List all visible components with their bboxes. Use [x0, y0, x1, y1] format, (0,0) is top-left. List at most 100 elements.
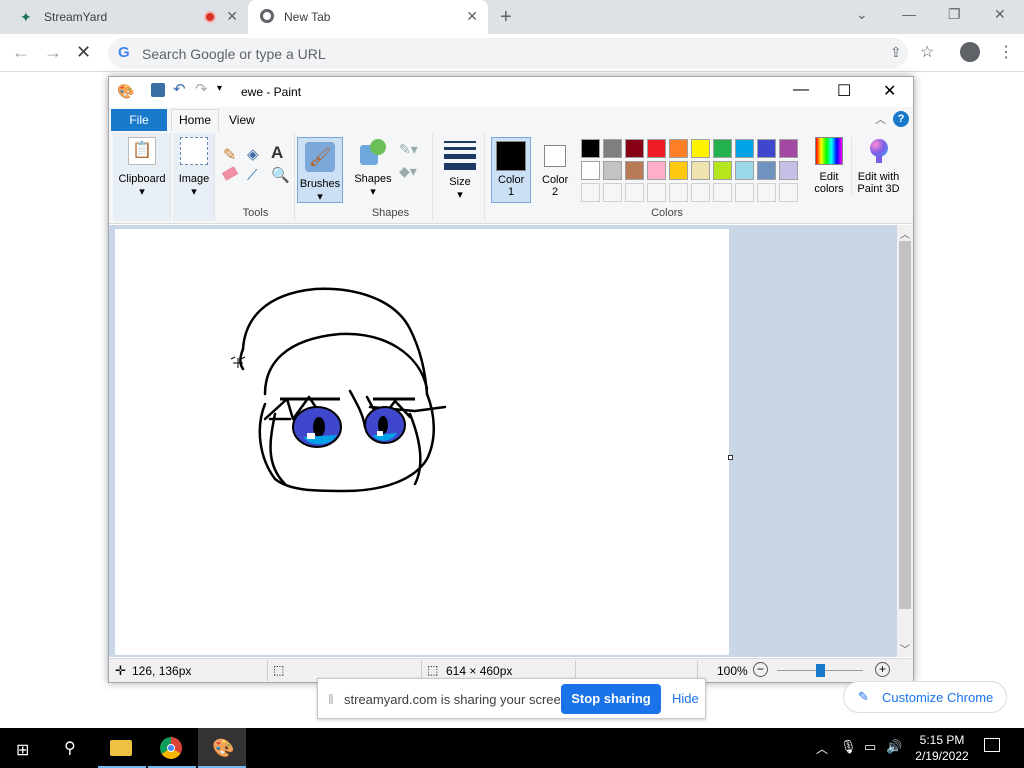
fill-icon[interactable]: ◈ — [247, 145, 259, 163]
custom-color-slot[interactable] — [625, 183, 644, 202]
color-swatch[interactable] — [735, 139, 754, 158]
tab-new-tab[interactable]: New Tab ✕ — [248, 0, 488, 34]
custom-color-slot[interactable] — [581, 183, 600, 202]
hide-button[interactable]: Hide — [672, 691, 699, 706]
custom-color-slot[interactable] — [735, 183, 754, 202]
notifications-icon[interactable] — [984, 738, 1000, 752]
custom-color-slot[interactable] — [669, 183, 688, 202]
color-picker-icon[interactable]: ⟋ — [247, 167, 258, 184]
outline-icon[interactable]: ✎▾ — [399, 141, 418, 158]
paint-minimize-icon[interactable]: — — [793, 81, 809, 99]
color-swatch[interactable] — [603, 161, 622, 180]
tab-view[interactable]: View — [229, 109, 255, 131]
bookmark-star-icon[interactable]: ☆ — [920, 42, 934, 62]
collapse-ribbon-icon[interactable]: ︿ — [875, 111, 886, 127]
paint-maximize-icon[interactable]: ☐ — [837, 81, 851, 101]
forward-icon[interactable]: → — [44, 42, 62, 63]
scroll-down-icon[interactable]: ﹀ — [900, 641, 910, 656]
microphone-icon[interactable]: 🎙 — [840, 739, 857, 755]
chrome-taskbar-button[interactable] — [148, 728, 196, 768]
omnibox[interactable]: G Search Google or type a URL ⇪ — [108, 38, 908, 68]
drag-handle-icon[interactable]: ‖ — [328, 691, 334, 707]
custom-color-slot[interactable] — [691, 183, 710, 202]
chrome-menu-icon[interactable]: ⋮ — [998, 42, 1014, 62]
text-icon[interactable]: A — [271, 143, 283, 163]
pencil-icon[interactable]: ✎ — [223, 145, 236, 165]
custom-color-slot[interactable] — [779, 183, 798, 202]
color-swatch[interactable] — [779, 139, 798, 158]
share-icon[interactable]: ⇪ — [890, 44, 902, 61]
color-swatch[interactable] — [691, 139, 710, 158]
color-swatch[interactable] — [713, 139, 732, 158]
clock-date[interactable]: 2/19/2022 — [910, 749, 974, 763]
edit-colors-button[interactable]: Edit colors — [811, 137, 847, 195]
color-swatch[interactable] — [757, 161, 776, 180]
clipboard-button[interactable]: 📋 Clipboard ▾ — [117, 137, 167, 198]
image-button[interactable]: Image ▾ — [175, 137, 213, 198]
edit-with-paint3d-button[interactable]: Edit with Paint 3D — [851, 137, 905, 195]
color-swatch[interactable] — [669, 161, 688, 180]
file-explorer-button[interactable] — [98, 728, 146, 768]
volume-icon[interactable]: 🔊 — [886, 739, 902, 755]
color-swatch[interactable] — [603, 139, 622, 158]
search-button[interactable]: ⚲ — [48, 728, 96, 768]
scroll-thumb[interactable] — [899, 241, 911, 609]
back-icon[interactable]: ← — [12, 42, 30, 63]
start-button[interactable]: ⊞ — [0, 728, 48, 768]
color-swatch[interactable] — [779, 161, 798, 180]
resize-handle[interactable] — [728, 455, 733, 460]
quick-access-dropdown-icon[interactable]: ▾ — [217, 83, 222, 94]
color-swatch[interactable] — [735, 161, 754, 180]
tab-home[interactable]: Home — [171, 109, 219, 131]
stop-loading-icon[interactable]: ✕ — [76, 42, 91, 63]
drawing-canvas[interactable] — [115, 229, 733, 655]
zoom-slider-thumb[interactable] — [816, 664, 825, 677]
scroll-up-icon[interactable]: ︿ — [900, 226, 910, 241]
color-swatch[interactable] — [625, 161, 644, 180]
size-button[interactable]: Size ▾ — [439, 137, 481, 201]
custom-color-slot[interactable] — [647, 183, 666, 202]
network-icon[interactable]: ▭ — [864, 739, 876, 755]
clock-time[interactable]: 5:15 PM — [917, 733, 967, 747]
help-icon[interactable]: ? — [893, 111, 909, 127]
color-swatch[interactable] — [581, 139, 600, 158]
close-window-icon[interactable]: ✕ — [994, 6, 1006, 23]
color-swatch[interactable] — [691, 161, 710, 180]
new-tab-icon[interactable]: + — [500, 6, 512, 29]
tab-search-icon[interactable]: ⌄ — [856, 6, 868, 23]
close-tab-icon[interactable]: ✕ — [466, 8, 478, 25]
paint-close-icon[interactable]: ✕ — [883, 81, 896, 101]
tab-streamyard[interactable]: ✦ StreamYard ✕ — [8, 0, 248, 34]
color-swatch[interactable] — [757, 139, 776, 158]
color-swatch[interactable] — [669, 139, 688, 158]
color-swatch[interactable] — [713, 161, 732, 180]
redo-icon[interactable]: ↷ — [195, 80, 208, 98]
shapes-button[interactable]: Shapes ▾ — [353, 137, 393, 198]
color1-button[interactable]: Color 1 — [491, 137, 531, 203]
color2-button[interactable]: Color 2 — [535, 137, 575, 198]
restore-icon[interactable]: ❐ — [948, 6, 961, 23]
vertical-scrollbar[interactable]: ︿ ﹀ — [897, 225, 913, 657]
custom-color-slot[interactable] — [713, 183, 732, 202]
color-swatch[interactable] — [625, 139, 644, 158]
paint-taskbar-button[interactable]: 🎨 — [198, 728, 246, 768]
color-swatch[interactable] — [647, 161, 666, 180]
profile-avatar[interactable] — [960, 42, 980, 62]
zoom-in-icon[interactable]: + — [875, 662, 890, 677]
custom-color-slot[interactable] — [757, 183, 776, 202]
brushes-button[interactable]: 🖌 Brushes ▾ — [297, 137, 343, 203]
color-swatch[interactable] — [581, 161, 600, 180]
fill-shape-icon[interactable]: ◆▾ — [399, 163, 417, 180]
save-icon[interactable] — [151, 83, 165, 97]
stop-sharing-button[interactable]: Stop sharing — [561, 684, 661, 714]
magnifier-icon[interactable]: 🔍 — [271, 166, 290, 184]
minimize-icon[interactable]: — — [902, 6, 916, 22]
tray-chevron-icon[interactable]: ︿ — [816, 740, 828, 757]
eraser-icon[interactable] — [221, 166, 239, 181]
tab-file[interactable]: File — [111, 109, 167, 131]
custom-color-slot[interactable] — [603, 183, 622, 202]
undo-icon[interactable]: ↶ — [173, 80, 186, 98]
customize-chrome-button[interactable]: ✎ Customize Chrome — [843, 681, 1007, 713]
close-tab-icon[interactable]: ✕ — [226, 8, 238, 25]
color-swatch[interactable] — [647, 139, 666, 158]
